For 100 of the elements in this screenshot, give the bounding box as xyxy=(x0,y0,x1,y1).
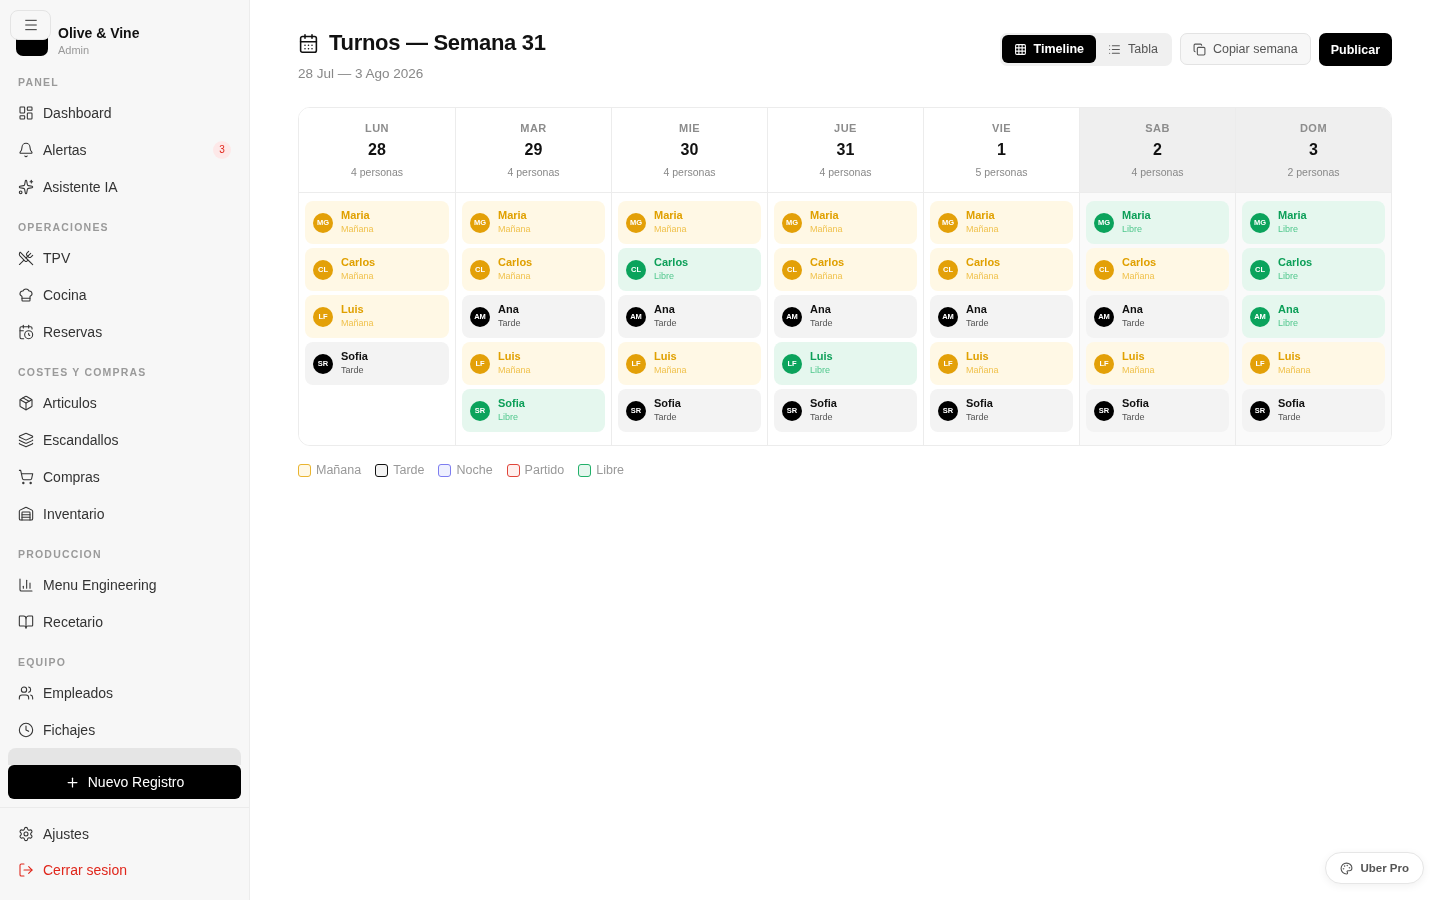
nav-item[interactable]: Articulos xyxy=(8,384,241,421)
employee-name: Sofia xyxy=(966,396,993,409)
staff-count: 5 personas xyxy=(975,166,1028,178)
legend-label: Libre xyxy=(596,463,624,477)
shift-label: Mañana xyxy=(966,270,1000,281)
clock-icon xyxy=(18,721,34,738)
nav-item[interactable]: Compras xyxy=(8,458,241,495)
view-tab[interactable]: Tabla xyxy=(1096,35,1170,63)
shift-label: Mañana xyxy=(498,223,531,234)
users-icon xyxy=(18,684,34,701)
nav-item[interactable]: Recetario xyxy=(8,603,241,640)
calendar-icon xyxy=(298,32,319,54)
employee-name: Carlos xyxy=(1278,255,1313,268)
day-number: 28 xyxy=(368,141,386,159)
employee-name: Ana xyxy=(1122,302,1144,315)
employee-name: Carlos xyxy=(498,255,533,268)
bar-chart-icon xyxy=(18,576,34,593)
logout-icon xyxy=(18,862,34,878)
theme-button[interactable]: Uber Pro xyxy=(1325,852,1424,884)
settings-icon xyxy=(18,826,34,842)
publish-button[interactable]: Publicar xyxy=(1318,33,1392,66)
legend-label: Partido xyxy=(524,463,565,477)
shift-label: Libre xyxy=(810,364,831,375)
shift-label: Mañana xyxy=(1122,364,1155,375)
section-title: PANEL xyxy=(18,75,60,90)
layers-icon xyxy=(18,431,34,448)
view-tab[interactable]: Timeline xyxy=(1001,35,1096,63)
nav-item[interactable]: Reservas xyxy=(8,313,241,350)
employee-name: Sofia xyxy=(1122,396,1149,409)
employee-name: Carlos xyxy=(1122,255,1157,268)
employee-name: Maria xyxy=(1278,208,1307,221)
grid-icon xyxy=(1013,42,1027,56)
employee-name: Ana xyxy=(810,302,832,315)
employee-name: Carlos xyxy=(341,255,376,268)
calendar-clock-icon xyxy=(18,323,34,340)
employee-name: Sofia xyxy=(810,396,837,409)
date-range: 28 Jul — 3 Ago 2026 xyxy=(298,66,425,81)
staff-count: 4 personas xyxy=(507,166,560,178)
nav-item[interactable]: Dashboard xyxy=(8,94,241,131)
copy-week-button[interactable]: Copiar semana xyxy=(1179,33,1311,65)
shift-label: Tarde xyxy=(1122,317,1145,328)
employee-name: Maria xyxy=(966,208,996,221)
employee-name: Maria xyxy=(341,208,371,221)
nav-item[interactable]: Cocina xyxy=(8,276,241,313)
shift-label: Tarde xyxy=(1122,411,1146,422)
shift-label: Tarde xyxy=(810,411,834,422)
weekday-label: SAB xyxy=(1145,122,1170,134)
shift-label: Mañana xyxy=(1278,364,1311,375)
nav-item[interactable]: Menu Engineering xyxy=(8,566,241,603)
shift-label: Tarde xyxy=(966,317,989,328)
nav-item[interactable]: Alertas 3 xyxy=(8,131,241,168)
employee-name: Sofia xyxy=(654,396,681,409)
shift-label: Libre xyxy=(498,411,519,422)
employee-name: Luis xyxy=(966,349,990,362)
shift-label: Tarde xyxy=(966,411,990,422)
shift-label: Tarde xyxy=(341,364,365,375)
sparkles-icon xyxy=(18,178,34,195)
menu-button[interactable] xyxy=(10,10,51,40)
shift-label: Mañana xyxy=(341,223,374,234)
section-title: PRODUCCION xyxy=(18,547,103,562)
weekday-label: DOM xyxy=(1299,122,1328,134)
page-title: Turnos — Semana 31 xyxy=(329,30,546,56)
weekday-label: VIE xyxy=(991,122,1012,134)
nav-item[interactable]: Escandallos xyxy=(8,421,241,458)
nav-item[interactable]: Empleados xyxy=(8,674,241,711)
employee-name: Luis xyxy=(654,349,678,362)
legend-label: Tarde xyxy=(393,463,425,477)
new-record-button[interactable]: Nuevo Registro xyxy=(8,765,241,799)
nav-item[interactable]: Ajustes xyxy=(8,816,241,852)
shift-label: Mañana xyxy=(498,270,532,281)
nav-item[interactable]: Asistente IA xyxy=(8,168,241,205)
shift-label: Mañana xyxy=(1122,270,1156,281)
palette-icon xyxy=(1340,861,1354,875)
shift-label: Mañana xyxy=(810,270,844,281)
nav-item[interactable]: Inventario xyxy=(8,495,241,532)
shift-label: Mañana xyxy=(341,270,375,281)
weekday-label: LUN xyxy=(364,122,390,134)
plus-icon xyxy=(64,774,80,790)
employee-name: Luis xyxy=(498,349,522,362)
nav-item[interactable]: Cerrar sesion xyxy=(8,852,241,888)
weekday-label: MIE xyxy=(678,122,701,134)
shift-label: Libre xyxy=(1278,317,1299,328)
shift-label: Tarde xyxy=(654,317,677,328)
section-title: EQUIPO xyxy=(18,655,68,670)
employee-name: Sofia xyxy=(498,396,525,409)
copy-icon xyxy=(1192,42,1206,56)
employee-name: Ana xyxy=(654,302,676,315)
shift-label: Mañana xyxy=(498,364,531,375)
nav-item[interactable]: Fichajes xyxy=(8,711,241,748)
day-number: 2 xyxy=(1153,141,1162,159)
employee-name: Carlos xyxy=(810,255,845,268)
staff-count: 4 personas xyxy=(351,166,403,178)
box-icon xyxy=(18,394,34,411)
book-icon xyxy=(18,613,34,630)
day-number: 30 xyxy=(680,141,699,159)
legend-label: Noche xyxy=(456,463,493,477)
nav-item[interactable]: TPV xyxy=(8,239,241,276)
legend-label: Mañana xyxy=(316,463,362,477)
chef-hat-icon xyxy=(18,286,34,303)
warehouse-icon xyxy=(18,505,34,522)
